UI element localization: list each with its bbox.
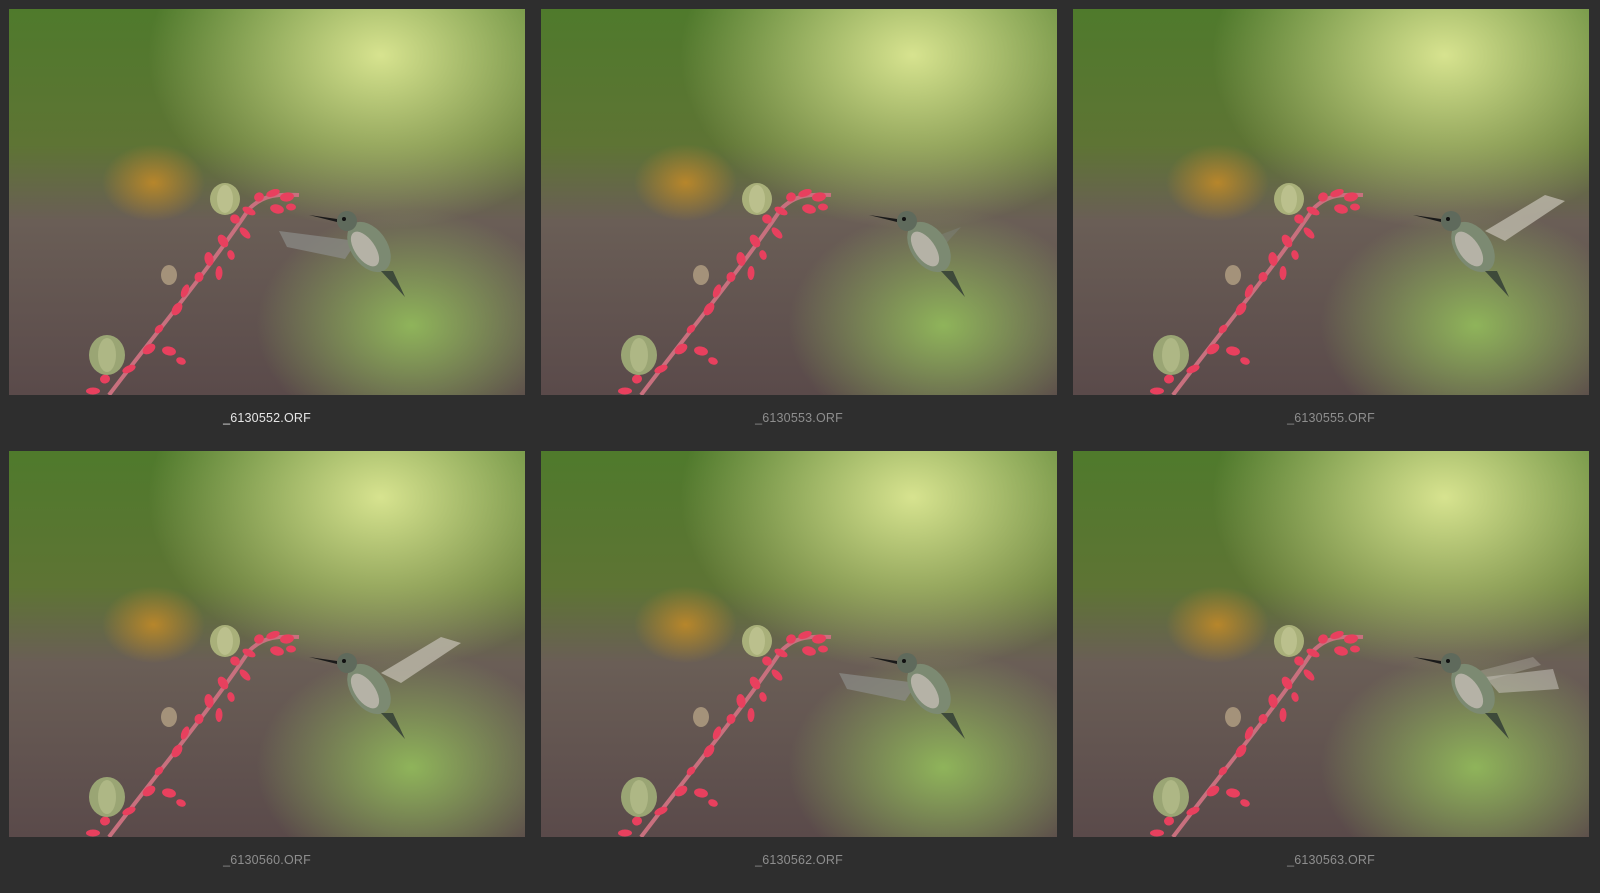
thumbnail-filename: _6130555.ORF <box>1287 411 1375 425</box>
thumbnail-image[interactable] <box>9 451 525 837</box>
thumbnail-filename: _6130552.ORF <box>223 411 311 425</box>
thumbnail-grid: _6130552.ORF _6130553.ORF _6130555.ORF _… <box>0 0 1600 882</box>
thumbnail-image[interactable] <box>9 9 525 395</box>
thumbnail-image[interactable] <box>1073 451 1589 837</box>
photo-hummingbird-on-flower <box>541 451 1057 837</box>
thumbnail-cell[interactable]: _6130555.ORF <box>1073 9 1589 451</box>
thumbnail-cell[interactable]: _6130563.ORF <box>1073 451 1589 893</box>
thumbnail-image[interactable] <box>541 9 1057 395</box>
photo-hummingbird-on-flower <box>541 9 1057 395</box>
thumbnail-image[interactable] <box>541 451 1057 837</box>
photo-hummingbird-on-flower <box>9 451 525 837</box>
thumbnail-cell[interactable]: _6130552.ORF <box>9 9 525 451</box>
photo-hummingbird-on-flower <box>9 9 525 395</box>
photo-hummingbird-on-flower <box>1073 9 1589 395</box>
photo-hummingbird-on-flower <box>1073 451 1589 837</box>
thumbnail-image[interactable] <box>1073 9 1589 395</box>
thumbnail-cell[interactable]: _6130562.ORF <box>541 451 1057 893</box>
thumbnail-filename: _6130560.ORF <box>223 853 311 867</box>
thumbnail-cell[interactable]: _6130553.ORF <box>541 9 1057 451</box>
thumbnail-filename: _6130553.ORF <box>755 411 843 425</box>
thumbnail-filename: _6130562.ORF <box>755 853 843 867</box>
thumbnail-filename: _6130563.ORF <box>1287 853 1375 867</box>
thumbnail-cell[interactable]: _6130560.ORF <box>9 451 525 893</box>
